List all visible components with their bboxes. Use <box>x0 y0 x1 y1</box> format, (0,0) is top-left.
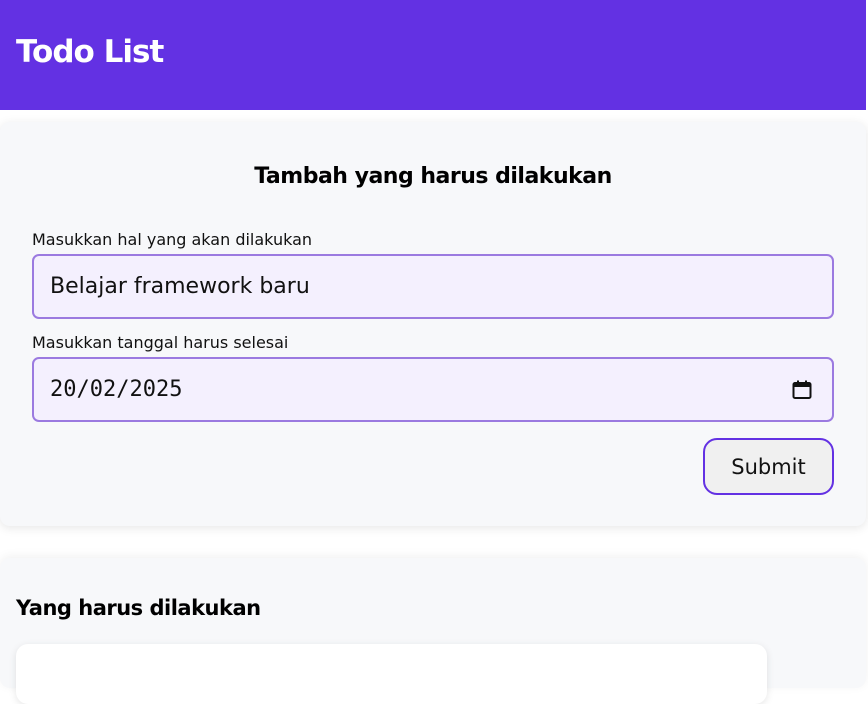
app-title: Todo List <box>16 34 164 70</box>
submit-button[interactable]: Submit <box>703 438 834 495</box>
date-input[interactable]: 20/02/2025 <box>32 357 834 422</box>
date-label: Masukkan tanggal harus selesai <box>32 333 289 352</box>
todo-label: Masukkan hal yang akan dilakukan <box>32 230 313 249</box>
todo-input[interactable] <box>32 254 834 319</box>
app-header: Todo List <box>0 0 866 110</box>
calendar-icon[interactable] <box>792 380 812 400</box>
date-value: 20/02/2025 <box>50 377 183 402</box>
todo-list-title: Yang harus dilakukan <box>16 596 261 620</box>
add-todo-form: Tambah yang harus dilakukan Masukkan hal… <box>0 122 866 526</box>
form-title: Tambah yang harus dilakukan <box>254 164 612 189</box>
todo-list-section: Yang harus dilakukan <box>0 558 866 704</box>
todo-item-card <box>16 644 767 704</box>
